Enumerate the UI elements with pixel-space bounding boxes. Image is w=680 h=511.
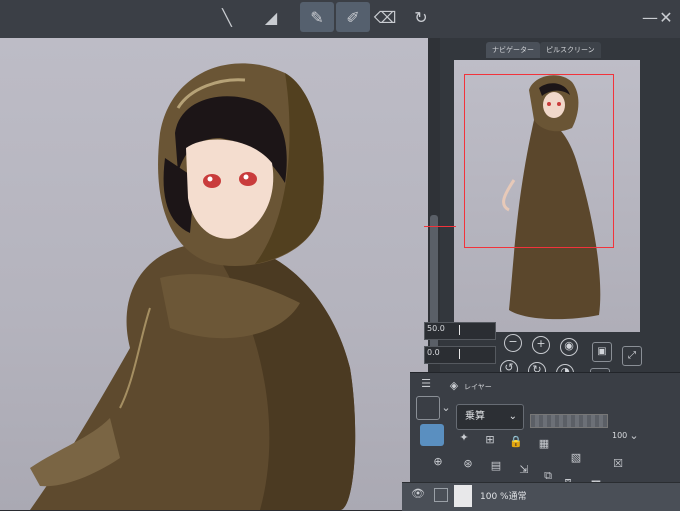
drawing-canvas[interactable]: ⌄	[0, 38, 440, 510]
new-vector-layer-icon[interactable]: ⊛	[460, 456, 476, 472]
new-folder-icon[interactable]: ▤	[488, 458, 504, 474]
rotate-tool-icon[interactable]: ↻	[404, 2, 438, 32]
navigator-preview[interactable]	[454, 60, 640, 332]
pen-tool-icon[interactable]: ✎	[300, 2, 334, 32]
blend-mode-select[interactable]: 乗算 ⌄	[456, 404, 524, 430]
blend-mode-value: 乗算	[465, 411, 485, 422]
apply-mask-icon[interactable]: ☒	[610, 456, 626, 472]
tab-sub-view-label: ピルスクリーン	[546, 46, 595, 54]
tab-sub-view[interactable]: ピルスクリーン	[540, 42, 601, 58]
rotate-slider-handle[interactable]	[459, 349, 460, 359]
clip-layer-icon[interactable]: ⊞	[482, 432, 498, 448]
triangle-tool-icon[interactable]: ◢	[254, 2, 288, 32]
layer-stack-icon: ◈	[449, 379, 459, 392]
opacity-slider[interactable]	[530, 414, 608, 428]
lock-alpha-icon[interactable]: ▦	[536, 436, 552, 452]
zoom-slider-handle[interactable]	[459, 325, 460, 335]
zoom-slider[interactable]: 50.0	[424, 322, 496, 340]
rotate-value: 0.0	[427, 348, 440, 357]
tab-layers-label: レイヤー	[464, 383, 492, 391]
panel-menu-icon[interactable]: ☰	[418, 376, 434, 392]
draft-layer-icon[interactable]: ✦	[456, 430, 472, 446]
zoom-value: 50.0	[427, 324, 445, 333]
tab-layers[interactable]: レイヤー	[464, 380, 492, 394]
actual-size-icon[interactable]: ▣	[592, 342, 612, 362]
top-toolbar: ╲ ◢ ✎ ✐ ⌫ ↻ — ✕	[0, 0, 680, 39]
new-raster-layer-icon[interactable]: ⊕	[430, 454, 446, 470]
zoom-out-icon[interactable]: −	[504, 334, 522, 352]
illustration-hooded-girl	[30, 63, 356, 510]
visibility-eye-icon[interactable]: 👁	[410, 486, 426, 502]
layer-name: 100 %通常	[480, 492, 527, 502]
blend-mode-chevron-icon: ⌄	[508, 411, 517, 422]
tab-navigator-label: ナビゲーター	[492, 46, 534, 54]
reference-layer-icon[interactable]	[420, 424, 444, 446]
fit-view-icon[interactable]: ◉	[560, 338, 578, 356]
chevron-down-icon[interactable]: ⌄	[438, 400, 454, 416]
opacity-value: 100	[612, 431, 628, 440]
lock-icon[interactable]: 🔒	[508, 434, 524, 450]
navigator-view-frame[interactable]	[464, 74, 614, 248]
zoom-in-icon[interactable]: +	[532, 336, 550, 354]
layer-thumbnail	[454, 485, 472, 507]
layer-checkbox[interactable]	[434, 488, 448, 502]
navigator-frame-line	[424, 226, 456, 227]
layer-color-swatch[interactable]	[416, 396, 440, 420]
opacity-stepper-icon[interactable]: ⌄	[626, 428, 642, 444]
eraser-tool-icon[interactable]: ⌫	[368, 2, 402, 32]
close-icon[interactable]: ✕	[656, 2, 676, 32]
fit-window-icon[interactable]: ⤢	[622, 346, 642, 366]
mask-icon[interactable]: ▧	[568, 450, 584, 466]
line-tool-icon[interactable]: ╲	[210, 2, 244, 32]
rotate-slider[interactable]: 0.0	[424, 346, 496, 364]
transfer-down-icon[interactable]: ⇲	[516, 462, 532, 478]
tab-navigator[interactable]: ナビゲーター	[486, 42, 540, 58]
brush-tool-icon[interactable]: ✐	[336, 2, 370, 32]
